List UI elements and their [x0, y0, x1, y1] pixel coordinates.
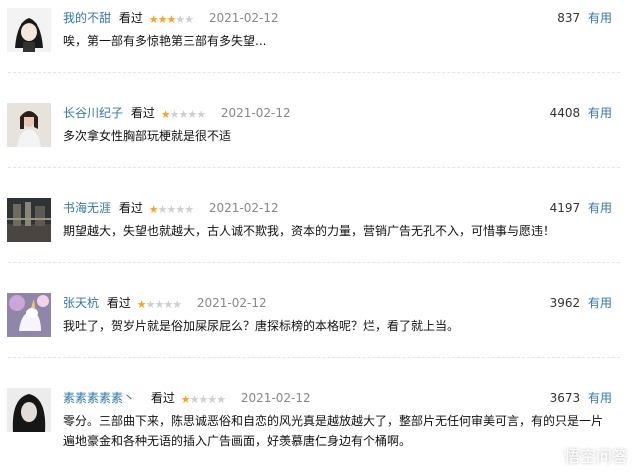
useful-link[interactable]: 有用: [588, 391, 612, 405]
star-empty-icon: ★: [163, 298, 173, 311]
star-empty-icon: ★: [175, 13, 185, 26]
star-empty-icon: ★: [216, 393, 226, 406]
star-empty-icon: ★: [154, 298, 164, 311]
watched-label: 看过: [130, 106, 155, 120]
useful-link[interactable]: 有用: [588, 11, 612, 25]
watched-label: 看过: [106, 296, 131, 310]
review-date: 2021-02-12: [208, 201, 279, 215]
star-rating: ★★★★★: [148, 201, 194, 219]
star-filled-icon: ★: [148, 203, 159, 216]
review-item: 我的不甜 看过 ★★★★★ 2021-02-12 837 有用 唉，第一部有多惊…: [0, 0, 640, 94]
divider: [8, 262, 620, 263]
divider: [8, 72, 620, 73]
divider: [8, 357, 620, 358]
vote-count: 3673: [549, 391, 581, 405]
useful-link[interactable]: 有用: [588, 201, 612, 215]
vote-area: 837 有用: [557, 9, 612, 27]
watched-label: 看过: [118, 201, 143, 215]
star-empty-icon: ★: [178, 108, 188, 121]
watched-label: 看过: [150, 391, 175, 405]
review-item: 书海无涯 看过 ★★★★★ 2021-02-12 4197 有用 期望越大，失望…: [0, 190, 640, 284]
review-meta: 我的不甜 看过 ★★★★★ 2021-02-12: [63, 9, 279, 27]
star-rating: ★★★★★: [160, 106, 206, 124]
star-filled-icon: ★: [136, 298, 147, 311]
review-date: 2021-02-12: [208, 11, 279, 25]
review-text: 多次拿女性胸部玩梗就是很不适: [63, 129, 232, 143]
useful-link[interactable]: 有用: [588, 106, 612, 120]
review-meta: 长谷川纪子 看过 ★★★★★ 2021-02-12: [63, 104, 291, 122]
star-rating: ★★★★★: [180, 391, 226, 409]
user-name-link[interactable]: 素素素素素丶: [63, 391, 135, 405]
user-name-link[interactable]: 长谷川纪子: [63, 106, 123, 120]
watermark: 悟空问答: [536, 444, 628, 468]
star-empty-icon: ★: [172, 298, 182, 311]
vote-count: 3962: [549, 296, 581, 310]
divider: [8, 167, 620, 168]
vote-count: 4197: [549, 201, 581, 215]
review-date: 2021-02-12: [240, 391, 311, 405]
star-empty-icon: ★: [175, 203, 185, 216]
user-name-link[interactable]: 我的不甜: [63, 11, 111, 25]
avatar[interactable]: [7, 388, 51, 432]
wukong-logo-icon: [536, 444, 556, 471]
vote-area: 4408 有用: [550, 104, 612, 122]
avatar[interactable]: [7, 8, 51, 52]
review-date: 2021-02-12: [220, 106, 291, 120]
review-meta: 书海无涯 看过 ★★★★★ 2021-02-12: [63, 199, 279, 217]
review-text: 零分。三部曲下来，陈思诚恶俗和自恋的风光真是越放越大了，整部片无任何审美可言，有…: [63, 414, 604, 448]
review-text: 唉，第一部有多惊艳第三部有多失望...: [63, 34, 267, 48]
star-filled-icon: ★: [160, 108, 171, 121]
review-text: 期望越大，失望也就越大，古人诚不欺我，资本的力量，营销广告无孔不入，可惜事与愿违…: [63, 224, 556, 238]
star-empty-icon: ★: [184, 13, 194, 26]
vote-area: 3673 有用: [550, 389, 612, 407]
user-name-link[interactable]: 张天杭: [63, 296, 99, 310]
star-empty-icon: ★: [196, 108, 206, 121]
review-meta: 素素素素素丶 看过 ★★★★★ 2021-02-12: [63, 389, 311, 407]
review-item: 长谷川纪子 看过 ★★★★★ 2021-02-12 4408 有用 多次拿女性胸…: [0, 95, 640, 189]
star-filled-icon: ★: [180, 393, 191, 406]
review-text: 我吐了，贺岁片就是俗加屎尿屁么？唐探标榜的本格呢？烂，看了就上当。: [63, 319, 460, 333]
vote-count: 837: [557, 11, 581, 25]
avatar[interactable]: [7, 103, 51, 147]
star-empty-icon: ★: [187, 108, 197, 121]
star-empty-icon: ★: [207, 393, 217, 406]
star-empty-icon: ★: [198, 393, 208, 406]
star-empty-icon: ★: [184, 203, 194, 216]
avatar[interactable]: [7, 293, 51, 337]
useful-link[interactable]: 有用: [588, 296, 612, 310]
review-item: 张天杭 看过 ★★★★★ 2021-02-12 3962 有用 我吐了，贺岁片就…: [0, 285, 640, 379]
watermark-text: 悟空问答: [563, 447, 628, 466]
vote-area: 3962 有用: [550, 294, 612, 312]
user-name-link[interactable]: 书海无涯: [63, 201, 111, 215]
star-filled-icon: ★: [148, 13, 159, 26]
review-date: 2021-02-12: [196, 296, 267, 310]
star-empty-icon: ★: [166, 203, 176, 216]
star-filled-icon: ★: [166, 13, 176, 26]
vote-area: 4197 有用: [550, 199, 612, 217]
watched-label: 看过: [118, 11, 143, 25]
avatar[interactable]: [7, 198, 51, 242]
star-rating: ★★★★★: [136, 296, 182, 314]
review-meta: 张天杭 看过 ★★★★★ 2021-02-12: [63, 294, 267, 312]
vote-count: 4408: [549, 106, 581, 120]
star-rating: ★★★★★: [148, 11, 194, 29]
